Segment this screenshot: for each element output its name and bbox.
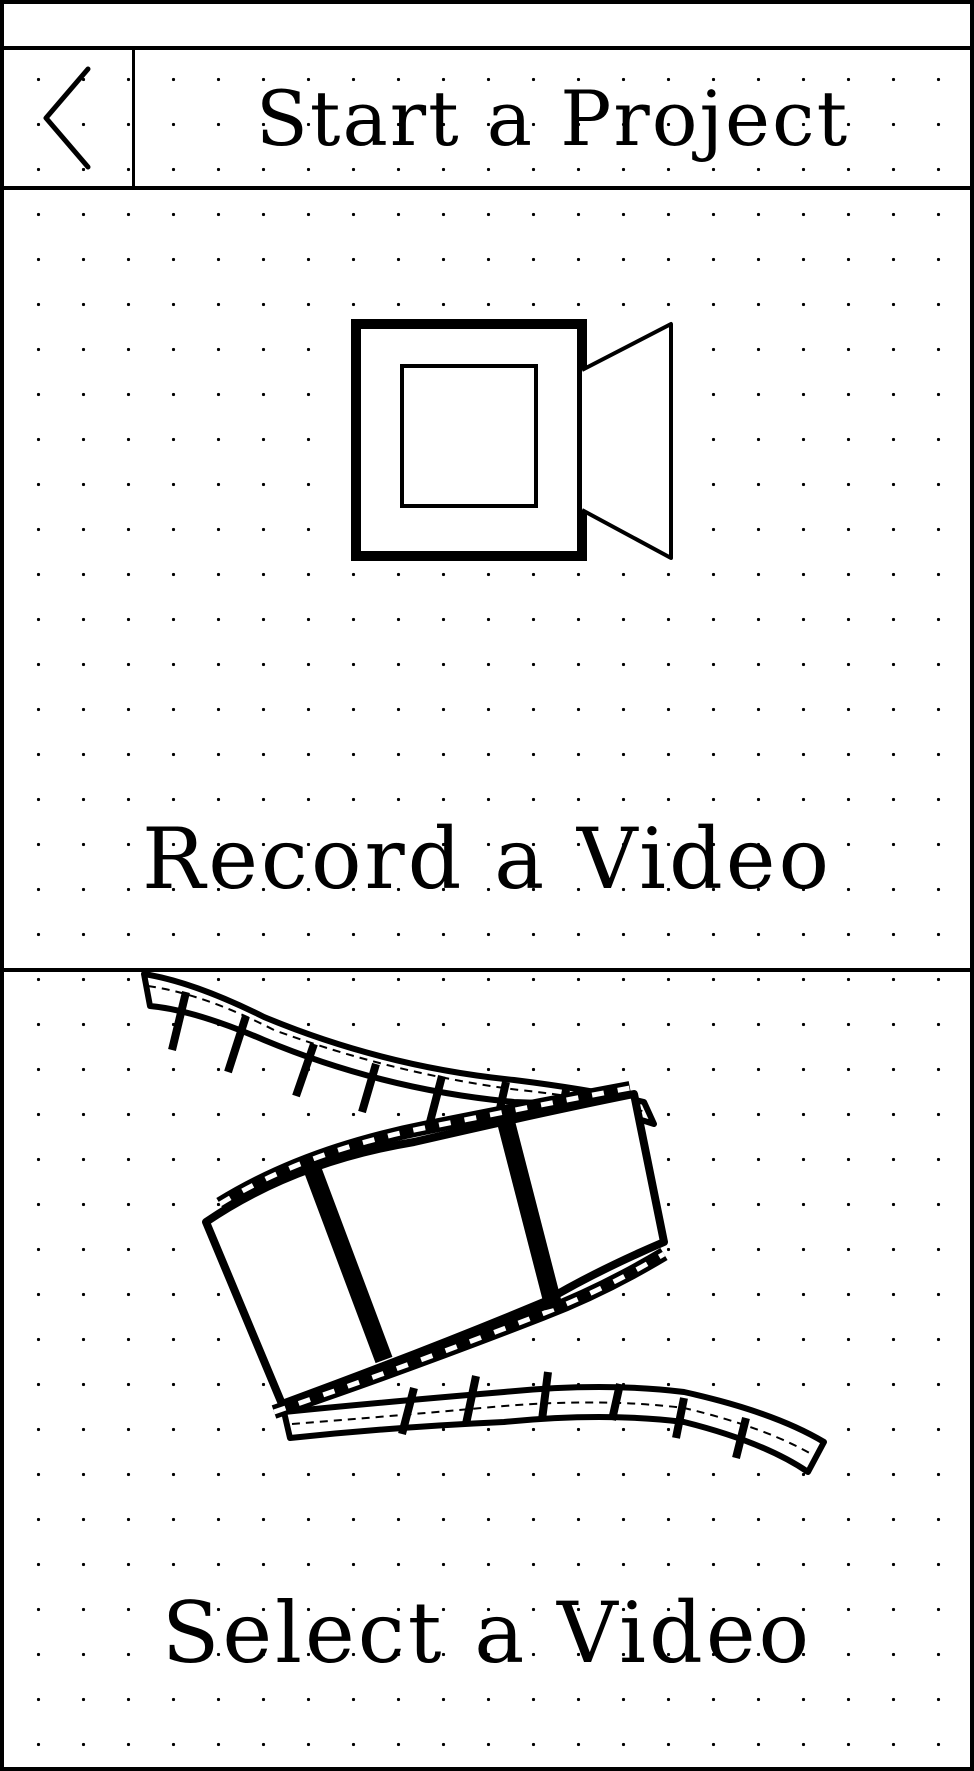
back-button[interactable] [4, 50, 135, 186]
film-strip-icon [141, 972, 827, 1475]
status-bar [4, 4, 970, 50]
select-video-option[interactable]: Select a Video [4, 972, 970, 1767]
record-video-option[interactable]: Record a Video [4, 190, 970, 972]
top-bar: Start a Project [4, 50, 970, 190]
select-video-label: Select a Video [161, 1584, 813, 1682]
sketch-screen: Start a Project Record a Video Select a … [0, 0, 974, 1771]
video-camera-icon [351, 319, 673, 561]
chevron-left-icon [43, 66, 91, 170]
record-video-label: Record a Video [141, 810, 833, 908]
page-title: Start a Project [255, 73, 850, 163]
